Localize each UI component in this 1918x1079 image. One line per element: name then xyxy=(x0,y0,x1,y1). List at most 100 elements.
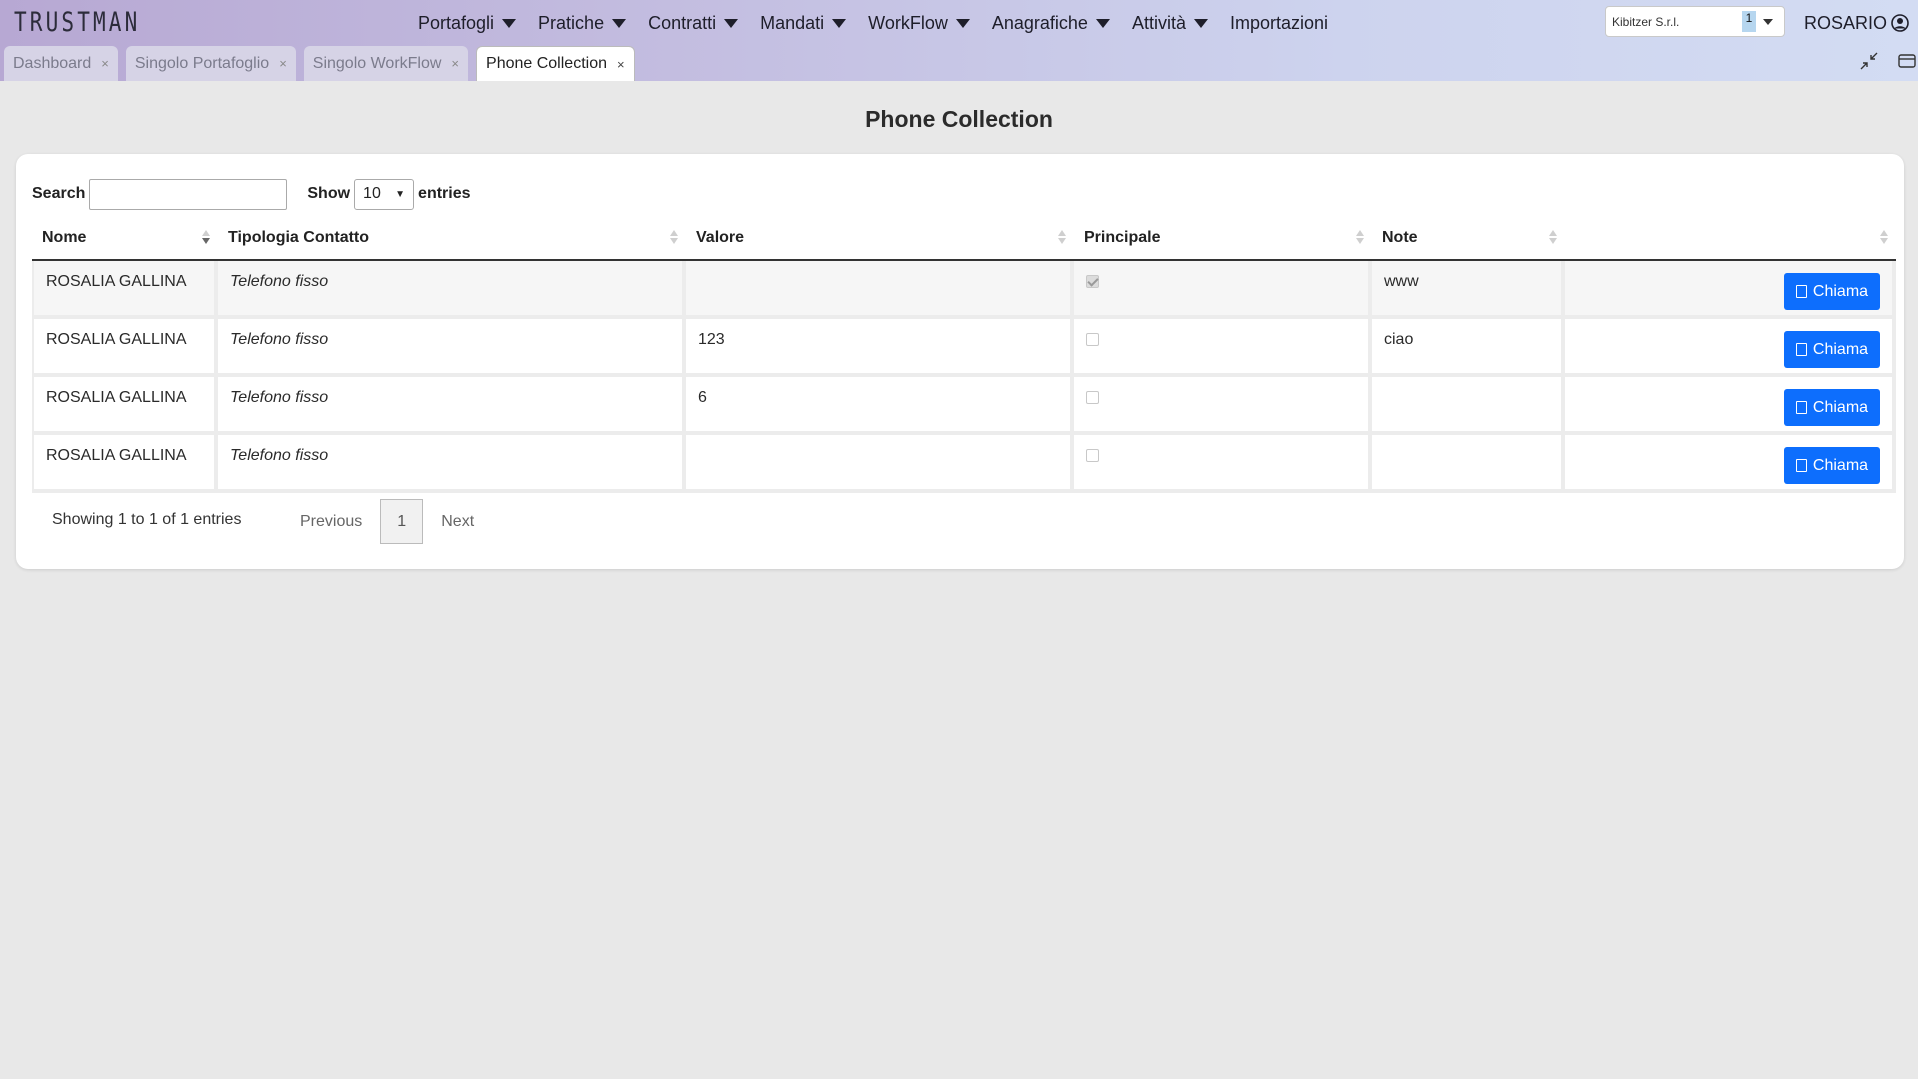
column-header-nome[interactable]: Nome xyxy=(32,216,218,261)
cell-tipologia: Telefono fisso xyxy=(218,319,686,377)
company-count-badge: 1 xyxy=(1742,11,1756,32)
phone-collection-card: Search Show 10 ▼ entries Nome Tipologia … xyxy=(16,154,1904,569)
chiama-button[interactable]: Chiama xyxy=(1784,273,1880,310)
phone-icon xyxy=(1795,459,1807,472)
cell-nome: ROSALIA GALLINA xyxy=(32,319,218,377)
cell-action: Chiama xyxy=(1565,261,1896,319)
caret-down-icon xyxy=(502,18,517,28)
trustman-logo[interactable]: TRUSTMAN xyxy=(14,8,140,38)
cell-valore: 123 xyxy=(686,319,1074,377)
menu-label: Importazioni xyxy=(1229,12,1329,33)
tab-singolo-workflow[interactable]: Singolo WorkFlow × xyxy=(303,46,469,81)
sort-icon xyxy=(1880,230,1888,246)
cell-valore xyxy=(686,261,1074,319)
column-header-tipologia[interactable]: Tipologia Contatto xyxy=(218,216,686,261)
user-menu[interactable]: ROSARIO xyxy=(1804,10,1909,36)
column-label: Nome xyxy=(42,228,87,246)
caret-down-icon xyxy=(724,18,739,28)
top-navbar: TRUSTMAN Portafogli Pratiche Contratti M… xyxy=(0,0,1918,81)
tab-bar: Dashboard × Singolo Portafoglio × Singolo … xyxy=(4,46,643,81)
user-name: ROSARIO xyxy=(1804,12,1888,33)
menu-importazioni[interactable]: Importazioni xyxy=(1230,13,1328,34)
cell-tipologia: Telefono fisso xyxy=(218,377,686,435)
cell-note xyxy=(1372,435,1565,493)
tab-dashboard[interactable]: Dashboard × xyxy=(4,46,118,81)
column-header-actions[interactable] xyxy=(1565,216,1896,261)
principale-checkbox[interactable] xyxy=(1086,333,1099,346)
pagination: Previous 1 Next xyxy=(286,499,488,544)
menu-label: Pratiche xyxy=(538,12,605,33)
menu-anagrafiche[interactable]: Anagrafiche xyxy=(992,13,1110,34)
chiama-label: Chiama xyxy=(1812,398,1869,416)
menu-label: Attività xyxy=(1131,12,1186,33)
table-row: ROSALIA GALLINA Telefono fisso Chiama xyxy=(32,435,1896,493)
tab-label: Phone Collection xyxy=(486,55,607,72)
cell-valore: 6 xyxy=(686,377,1074,435)
table-row: ROSALIA GALLINA Telefono fisso 6 Chiama xyxy=(32,377,1896,435)
close-icon[interactable]: × xyxy=(279,56,287,71)
caret-down-icon xyxy=(1193,18,1208,28)
close-icon[interactable]: × xyxy=(617,57,625,72)
tab-label: Singolo WorkFlow xyxy=(312,54,442,72)
table-row: ROSALIA GALLINA Telefono fisso www Chiam… xyxy=(32,261,1896,319)
column-header-principale[interactable]: Principale xyxy=(1074,216,1372,261)
caret-down-icon xyxy=(832,18,847,28)
tab-label: Singolo Portafoglio xyxy=(134,54,270,72)
chiama-label: Chiama xyxy=(1812,282,1869,300)
sort-icon xyxy=(1356,230,1364,246)
menu-attivita[interactable]: Attività xyxy=(1132,13,1208,34)
tab-singolo-portafoglio[interactable]: Singolo Portafoglio × xyxy=(125,46,296,81)
cell-principale xyxy=(1074,435,1372,493)
menu-label: Contratti xyxy=(648,12,717,33)
chevron-down-icon[interactable] xyxy=(1763,19,1773,25)
tab-phone-collection[interactable]: Phone Collection × xyxy=(476,46,635,81)
principale-checkbox[interactable] xyxy=(1086,391,1099,404)
table-info: Showing 1 to 1 of 1 entries xyxy=(52,511,242,528)
menu-portafogli[interactable]: Portafogli xyxy=(418,13,517,34)
column-label: Valore xyxy=(696,228,745,246)
cell-tipologia: Telefono fisso xyxy=(218,261,686,319)
minimize-arrows-icon[interactable] xyxy=(1858,50,1880,72)
principale-checkbox[interactable] xyxy=(1086,449,1099,462)
menu-contratti[interactable]: Contratti xyxy=(648,12,739,34)
next-page-button[interactable]: Next xyxy=(427,499,488,544)
window-controls xyxy=(1842,50,1918,72)
entries-per-page-select[interactable]: 10 ▼ xyxy=(354,178,415,210)
main-menu: Portafogli Pratiche Contratti Mandati Wo… xyxy=(418,10,1350,36)
column-label: Tipologia Contatto xyxy=(228,228,370,246)
entries-label: entries xyxy=(418,185,471,202)
chiama-button[interactable]: Chiama xyxy=(1784,389,1880,426)
user-circle-icon xyxy=(1891,14,1909,32)
chiama-button[interactable]: Chiama xyxy=(1784,447,1880,484)
window-icon[interactable] xyxy=(1896,50,1918,72)
chevron-down-icon: ▼ xyxy=(395,188,406,200)
page-button-current[interactable]: 1 xyxy=(380,499,424,544)
cell-action: Chiama xyxy=(1565,319,1896,377)
company-select[interactable]: Kibitzer S.r.l. 1 xyxy=(1605,6,1785,37)
search-input[interactable] xyxy=(89,178,288,210)
column-header-note[interactable]: Note xyxy=(1372,216,1565,261)
menu-mandati[interactable]: Mandati xyxy=(760,12,847,34)
previous-page-button[interactable]: Previous xyxy=(286,499,376,544)
sort-icon xyxy=(1549,230,1557,246)
menu-pratiche[interactable]: Pratiche xyxy=(538,12,627,34)
cell-principale xyxy=(1074,377,1372,435)
close-icon[interactable]: × xyxy=(101,56,109,71)
entries-per-page-value: 10 xyxy=(363,185,381,202)
close-icon[interactable]: × xyxy=(451,56,459,71)
caret-down-icon xyxy=(955,18,970,28)
column-header-valore[interactable]: Valore xyxy=(686,216,1074,261)
cell-action: Chiama xyxy=(1565,377,1896,435)
table-row: ROSALIA GALLINA Telefono fisso 123 ciao … xyxy=(32,319,1896,377)
chiama-button[interactable]: Chiama xyxy=(1784,331,1880,368)
table-controls: Search Show 10 ▼ entries xyxy=(32,178,471,210)
cell-action: Chiama xyxy=(1565,435,1896,493)
menu-workflow[interactable]: WorkFlow xyxy=(868,13,970,34)
menu-label: Mandati xyxy=(760,12,825,33)
cell-tipologia: Telefono fisso xyxy=(218,435,686,493)
principale-checkbox[interactable] xyxy=(1086,275,1099,288)
cell-valore xyxy=(686,435,1074,493)
cell-nome: ROSALIA GALLINA xyxy=(32,435,218,493)
caret-down-icon xyxy=(1095,18,1110,28)
search-label: Search xyxy=(32,185,86,202)
